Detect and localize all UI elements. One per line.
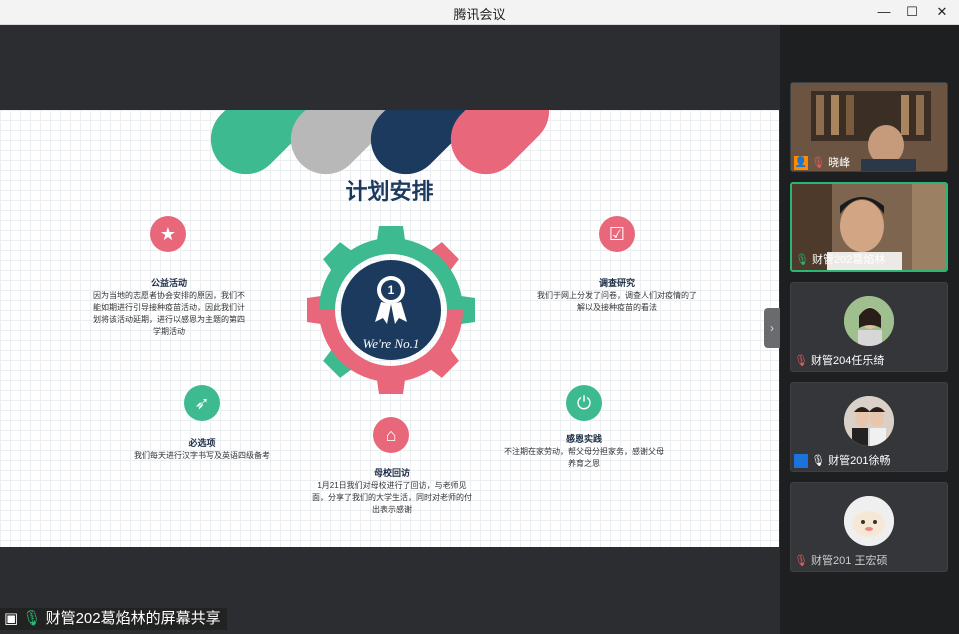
mic-on-icon: 🎙 [795,254,809,266]
item-title-required: 必选项 [188,438,216,448]
item-title-charity: 公益活动 [150,278,187,288]
host-icon: 👤 [794,156,808,171]
maximize-button[interactable]: ☐ [900,2,924,22]
item-title-school-visit: 母校回访 [373,468,410,478]
avatar-image [844,296,894,346]
avatar-image [844,396,894,446]
badge-text: We're No.1 [363,336,420,351]
participant-label: 👤 🎙 财管201徐畅 [791,453,890,469]
participant-name: 财管202葛焰林 [812,254,886,266]
participant-label: 👤 🎙 晓峰 [791,155,850,171]
participant-name: 财管201 王宏硕 [811,555,888,567]
power-icon: ⏻ [566,385,602,421]
participant-tile[interactable]: 👤 🎙 财管201徐畅 [790,382,948,472]
participant-label: 🎙 财管204任乐绮 [791,353,884,369]
item-desc-required: 我们每天进行汉字书写及英语四级备考 [134,451,270,460]
avatar [844,496,894,546]
mic-muted-icon: 🎙 [794,555,808,567]
participant-tile[interactable]: 🎙 财管201 王宏硕 [790,482,948,572]
avatar [844,396,894,446]
title-bar: 腾讯会议 — ☐ ✕ [0,0,959,25]
participant-label: 🎙 财管202葛焰林 [792,252,885,268]
item-desc-survey: 我们于网上分发了问卷，调查人们对疫情的了解以及接种疫苗的看法 [537,291,697,312]
item-title-gratitude: 感恩实践 [565,434,602,444]
shared-slide: 计划安排 1 We're No.1 ★ 公益活动 因为当地的志愿者协会安排的原因… [0,110,779,547]
screen-share-label: 财管202葛焰林的屏幕共享 [45,610,221,627]
participant-tile[interactable]: 🎙 财管204任乐绮 [790,282,948,372]
rocket-icon: ➶ [184,385,220,421]
participant-tile[interactable]: 👤 🎙 晓峰 [790,82,948,172]
screen-share-icon: ▣ [4,610,19,627]
participant-name: 财管201徐畅 [828,455,891,467]
item-desc-charity: 因为当地的志愿者协会安排的原因，我们不能如期进行引导接种疫苗活动，因此我们计划将… [93,291,245,336]
mic-muted-icon: 🎙 [794,355,808,367]
screen-share-banner: ▣ 🎙 财管202葛焰林的屏幕共享 [0,608,227,630]
mic-on-icon: 🎙 [22,610,42,627]
participant-label: 🎙 财管201 王宏硕 [791,553,887,569]
gear-badge: 1 We're No.1 [307,226,475,394]
home-icon: ⌂ [373,417,409,453]
participant-name: 晓峰 [828,157,851,169]
participant-tile[interactable]: 🎙 财管202葛焰林 [790,182,948,272]
item-desc-school-visit: 1月21日我们对母校进行了回访，与老师见面，分享了我们的大学生活，同时对老师的付… [312,481,472,514]
mic-muted-icon: 🎙 [811,157,826,169]
slide-title: 计划安排 [345,179,434,204]
minimize-button[interactable]: — [872,2,896,22]
star-icon: ★ [150,216,186,252]
window-title: 腾讯会议 [453,7,506,22]
item-desc-gratitude: 不注期在家劳动，帮父母分担家务，感谢父母养育之恩 [504,447,664,468]
badge-number: 1 [388,283,395,297]
item-title-survey: 调查研究 [598,278,635,288]
avatar-image [844,496,894,546]
mic-on-icon: 🎙 [811,455,826,467]
check-icon: ☑ [599,216,635,252]
participant-name: 财管204任乐绮 [811,355,885,367]
panel-collapse-handle[interactable]: › [764,308,780,348]
avatar [844,296,894,346]
close-button[interactable]: ✕ [930,2,954,22]
host-icon: 👤 [794,454,808,469]
